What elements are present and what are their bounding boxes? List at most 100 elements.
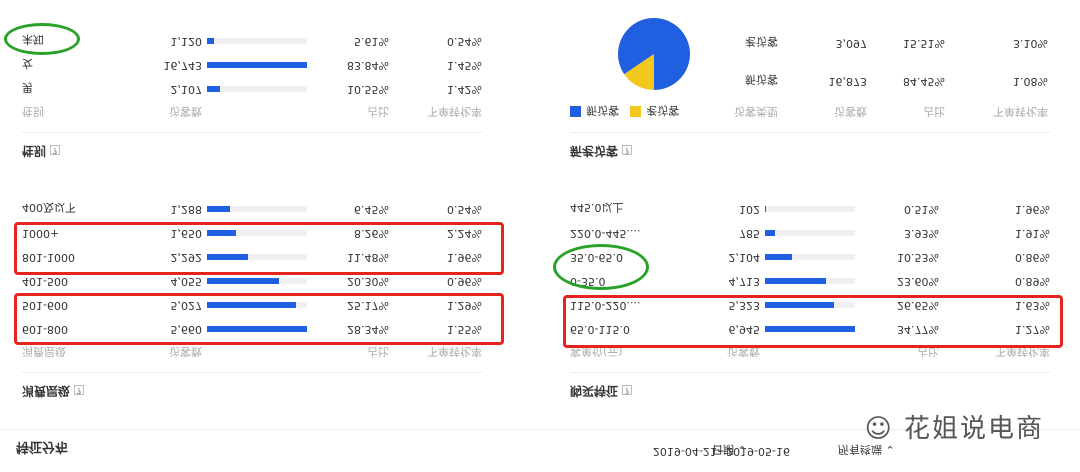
row-ratio: 10.55% bbox=[347, 83, 389, 96]
bar-track bbox=[207, 206, 307, 212]
column-header: 访客类型 bbox=[734, 105, 778, 118]
page-title: 特征分布 bbox=[16, 439, 69, 454]
column-header: 性别 bbox=[22, 105, 44, 118]
row-conversion: 0.96% bbox=[447, 275, 482, 288]
row-conversion: 0.54% bbox=[447, 35, 482, 48]
highlight-box bbox=[14, 222, 504, 275]
gender-panel: 性别? 性别 访客数 占比 下单转化率 男 2,107 10.55% 1.42% 女 16,743 8… bbox=[22, 33, 482, 160]
row-count: 1,288 bbox=[170, 203, 203, 216]
flipped-page: 特征分布 所有终端 ⌄ 2019-04-21~2019-05-16 日期 ⌄ 消… bbox=[0, 0, 1080, 472]
highlight-box bbox=[563, 295, 1063, 348]
column-header: 占比 bbox=[367, 105, 389, 118]
divider bbox=[22, 132, 482, 133]
bar-fill bbox=[207, 38, 214, 44]
section-title: 新老访客? bbox=[570, 143, 1050, 160]
bar-track bbox=[765, 206, 855, 212]
row-ratio: 15.51% bbox=[903, 37, 945, 50]
row-ratio: 84.45% bbox=[903, 75, 945, 88]
divider bbox=[570, 372, 1050, 373]
table-row: 新访客 16,873 84.45% 1.08% bbox=[570, 72, 1050, 88]
row-count: 16,873 bbox=[828, 75, 868, 88]
column-header: 访客数 bbox=[834, 105, 867, 118]
table-header: 性别 访客数 占比 下单转化率 bbox=[22, 104, 482, 120]
row-count: 16,743 bbox=[163, 59, 203, 72]
consumption-panel: 消费层级? 消费层级 访客数 占比 下单转化率 601-800 5,660 28.34% 1.5… bbox=[22, 201, 482, 400]
wechat-icon: ☺ bbox=[864, 414, 894, 444]
row-label: 新访客 bbox=[745, 73, 778, 86]
row-label: 老访客 bbox=[745, 35, 778, 48]
highlight-ellipse bbox=[553, 244, 649, 290]
help-icon[interactable]: ? bbox=[50, 145, 61, 156]
table-row: 女 16,743 83.84% 1.45% bbox=[22, 56, 482, 72]
table-header: 消费层级 访客数 占比 下单转化率 bbox=[22, 344, 482, 360]
row-ratio: 20.30% bbox=[347, 275, 389, 288]
row-count: 1,120 bbox=[170, 35, 203, 48]
bar-fill bbox=[765, 254, 793, 260]
section-title: 消费层级? bbox=[22, 383, 482, 400]
highlight-box bbox=[14, 293, 504, 345]
bar-fill bbox=[207, 62, 307, 68]
row-label: 男 bbox=[22, 81, 33, 94]
bar-fill bbox=[207, 206, 230, 212]
row-conv: 3.10% bbox=[1013, 37, 1048, 50]
divider bbox=[570, 132, 1050, 133]
help-icon[interactable]: ? bbox=[622, 145, 633, 156]
row-conversion: 0.86% bbox=[1015, 251, 1050, 264]
row-ratio: 10.53% bbox=[897, 251, 939, 264]
table-row: 220.0-445.... 785 3.93% 1.91% bbox=[570, 224, 1050, 240]
bar-track bbox=[765, 230, 855, 236]
row-conversion: 1.91% bbox=[1015, 227, 1050, 240]
row-count: 4,713 bbox=[728, 275, 761, 288]
bar-track bbox=[207, 278, 307, 284]
row-count: 785 bbox=[739, 227, 760, 240]
date-select[interactable]: 日期 ⌄ bbox=[712, 442, 747, 458]
column-header: 下单转化率 bbox=[427, 345, 482, 358]
date-label: 日期 bbox=[712, 443, 734, 456]
bar-track bbox=[207, 86, 307, 92]
row-conversion: 1.45% bbox=[447, 59, 482, 72]
row-count: 102 bbox=[739, 203, 760, 216]
table-header: 访客类型 访客数 占比 下单转化率 bbox=[570, 104, 1050, 120]
column-header: 下单转化率 bbox=[993, 105, 1048, 118]
price-panel: 购买特征? 客单价(元) 访客数 占比 下单转化率 65.0-115.0 6,945 34.7… bbox=[570, 201, 1050, 400]
bar-fill bbox=[207, 86, 220, 92]
bar-fill bbox=[207, 278, 279, 284]
column-header: 消费层级 bbox=[22, 345, 66, 358]
column-header: 占比 bbox=[367, 345, 389, 358]
bar-track bbox=[207, 38, 307, 44]
bar-fill bbox=[765, 278, 827, 284]
watermark: ☺ 花姐说电商 bbox=[864, 414, 1044, 444]
help-icon[interactable]: ? bbox=[74, 385, 85, 396]
column-header: 访客数 bbox=[169, 105, 202, 118]
row-conversion: 1.96% bbox=[1015, 203, 1050, 216]
section-title: 性别? bbox=[22, 143, 482, 160]
row-ratio: 83.84% bbox=[347, 59, 389, 72]
section-title: 购买特征? bbox=[570, 383, 1050, 400]
bar-track bbox=[765, 254, 855, 260]
row-count: 3,097 bbox=[835, 37, 868, 50]
bar-fill bbox=[765, 206, 767, 212]
help-icon[interactable]: ? bbox=[622, 385, 633, 396]
table-row: 未知 1,120 5.61% 0.54% bbox=[22, 32, 482, 48]
chevron-down-icon: ⌄ bbox=[737, 443, 747, 456]
row-conversion: 0.89% bbox=[1015, 275, 1050, 288]
table-row: 男 2,107 10.55% 1.42% bbox=[22, 80, 482, 96]
row-conversion: 1.42% bbox=[447, 83, 482, 96]
bar-track bbox=[207, 62, 307, 68]
column-header: 占比 bbox=[923, 105, 945, 118]
row-label: 女 bbox=[22, 57, 33, 70]
row-ratio: 23.60% bbox=[897, 275, 939, 288]
row-ratio: 6.45% bbox=[354, 203, 389, 216]
table-row: 400及以下 1,288 6.45% 0.54% bbox=[22, 200, 482, 216]
bar-fill bbox=[765, 230, 776, 236]
table-row: 老访客 3,097 15.51% 3.10% bbox=[570, 34, 1050, 50]
row-count: 2,104 bbox=[728, 251, 761, 264]
divider bbox=[22, 372, 482, 373]
visitor-panel: 新老访客? 新访客 老访客 访客类型 访客数 占比 下单转化率 新访客 16,873 84.… bbox=[570, 18, 1050, 160]
column-header: 访客数 bbox=[169, 345, 202, 358]
highlight-ellipse bbox=[4, 23, 80, 55]
table-row: 445.0以上 102 0.51% 1.96% bbox=[570, 200, 1050, 216]
column-header: 下单转化率 bbox=[427, 105, 482, 118]
row-conversion: 0.54% bbox=[447, 203, 482, 216]
row-ratio: 3.93% bbox=[904, 227, 939, 240]
